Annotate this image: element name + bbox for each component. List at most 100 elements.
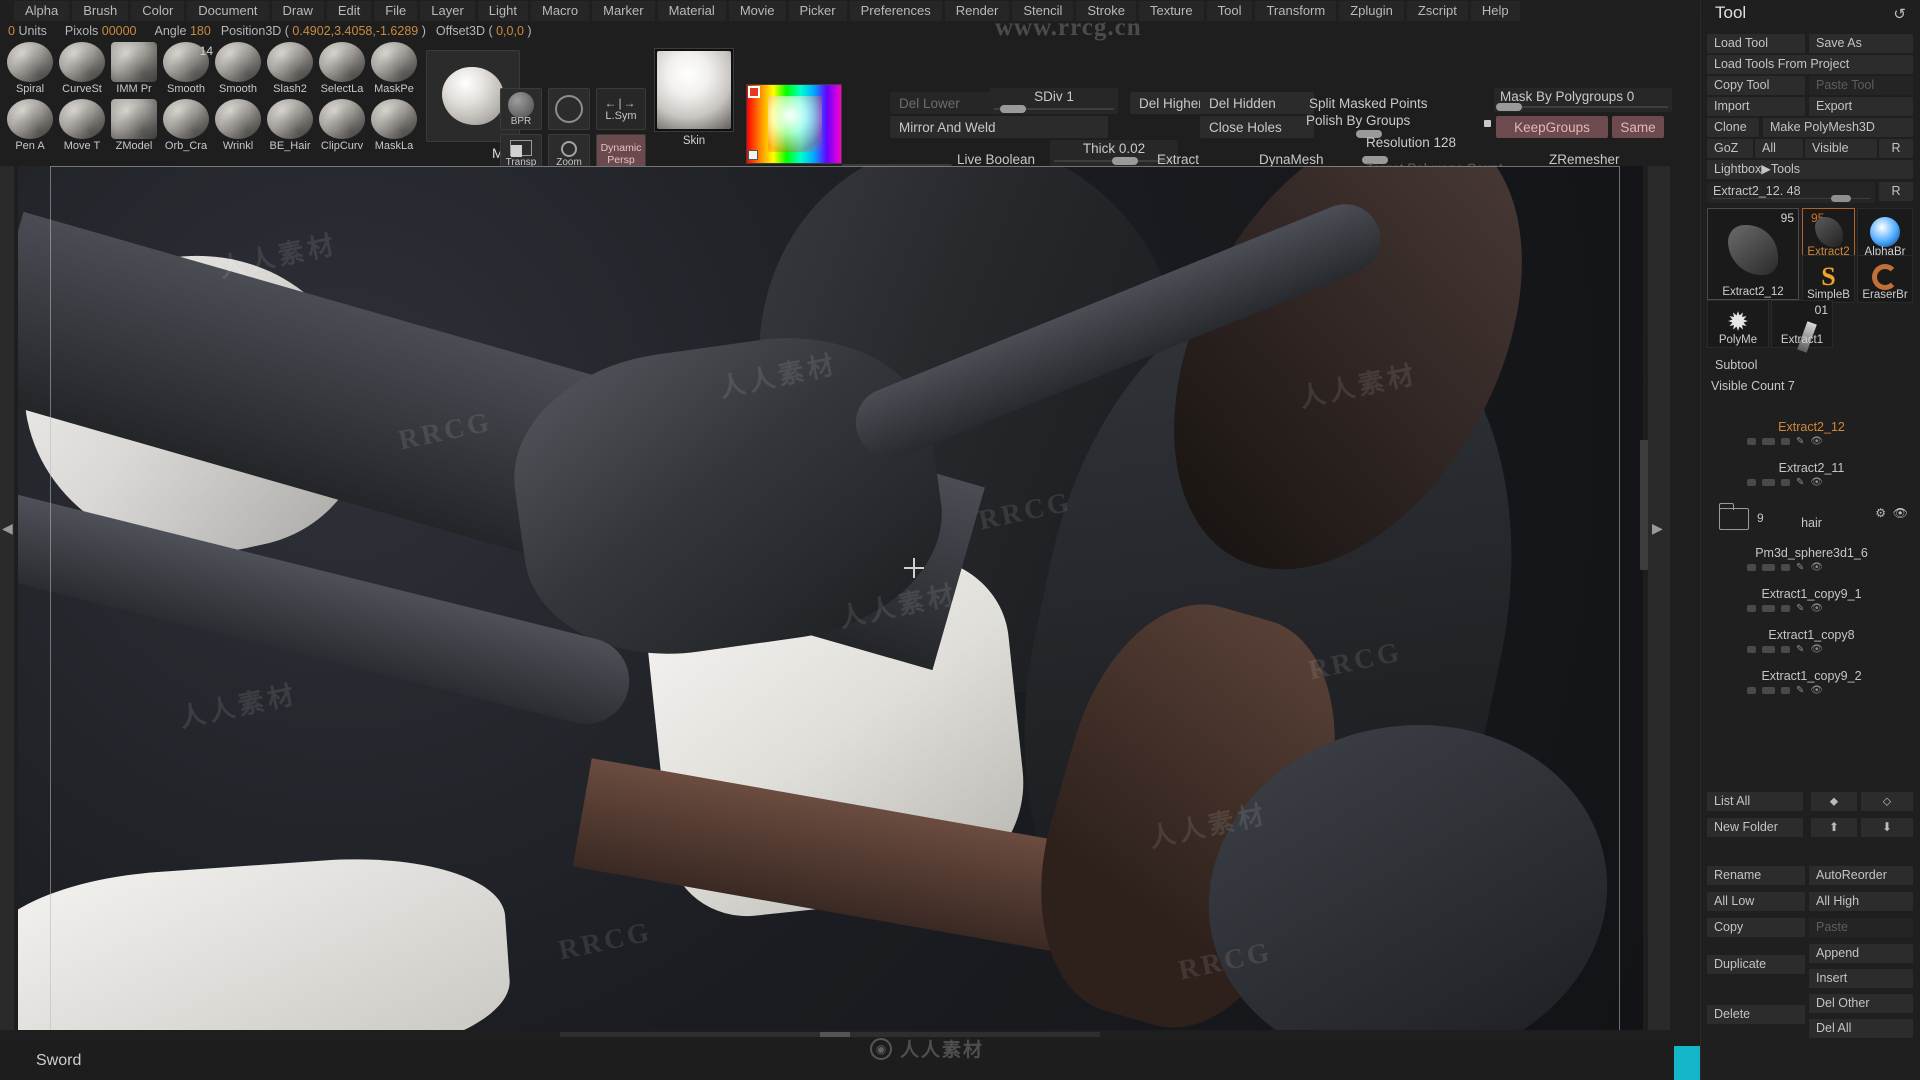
eye-icon[interactable]: 👁 <box>1810 603 1823 614</box>
paste-button[interactable]: Paste <box>1809 918 1913 937</box>
subtool-down-button[interactable]: ⬦ <box>1861 792 1913 811</box>
brush-button-5[interactable]: Slash2 <box>264 42 316 100</box>
del-all-button[interactable]: Del All <box>1809 1019 1913 1038</box>
subtool-row[interactable]: 9 ⚙ 👁 hair <box>1707 502 1916 532</box>
menu-item-stencil[interactable]: Stencil <box>1012 1 1074 21</box>
brush-button-3[interactable]: 14 Smooth <box>160 42 213 100</box>
subtool-toggle-dot[interactable] <box>1747 564 1756 571</box>
all-low-button[interactable]: All Low <box>1707 892 1805 911</box>
mask-polygroups-knob[interactable] <box>1496 103 1522 111</box>
subtool-controls[interactable]: ✎ 👁 <box>1747 685 1823 696</box>
subtool-visibility-pill[interactable] <box>1762 479 1775 486</box>
new-folder-button[interactable]: New Folder <box>1707 818 1803 837</box>
subtool-toggle-dot[interactable] <box>1747 646 1756 653</box>
menu-item-document[interactable]: Document <box>187 1 269 21</box>
menu-item-draw[interactable]: Draw <box>271 1 324 21</box>
menu-item-transform[interactable]: Transform <box>1255 1 1337 21</box>
subtool-toggle-dot[interactable] <box>1747 438 1756 445</box>
brush-button-row2-7[interactable]: MaskLa <box>368 99 420 157</box>
tool-item-slider[interactable]: Extract2_12. 48 <box>1707 182 1875 203</box>
import-button[interactable]: Import <box>1707 97 1805 116</box>
brush-button-2[interactable]: IMM Pr <box>108 42 160 100</box>
left-rail[interactable] <box>0 166 14 1030</box>
pen-icon[interactable]: ✎ <box>1796 644 1804 655</box>
rename-button[interactable]: Rename <box>1707 866 1805 885</box>
menu-item-texture[interactable]: Texture <box>1138 1 1204 21</box>
mask-by-polygroups-slider[interactable]: Mask By Polygroups 0 <box>1494 88 1672 112</box>
eye-icon[interactable]: 👁 <box>1810 685 1823 696</box>
brush-button-row2-5[interactable]: BE_Hair <box>264 99 316 157</box>
menu-item-file[interactable]: File <box>374 1 418 21</box>
same-button[interactable]: Same <box>1612 116 1664 138</box>
subtool-row[interactable]: Extract2_12 ✎ 👁 <box>1707 420 1916 450</box>
goz-r-button[interactable]: R <box>1879 139 1913 158</box>
menu-item-movie[interactable]: Movie <box>728 1 786 21</box>
menu-item-layer[interactable]: Layer <box>420 1 475 21</box>
bpr-button[interactable]: BPR <box>500 88 542 130</box>
material-swatch[interactable] <box>654 48 734 132</box>
menu-item-picker[interactable]: Picker <box>788 1 847 21</box>
goz-visible-button[interactable]: Visible <box>1805 139 1877 158</box>
resolution-slider[interactable]: Resolution 128 <box>1356 134 1516 164</box>
persp-button[interactable] <box>548 88 590 130</box>
menu-item-tool[interactable]: Tool <box>1206 1 1253 21</box>
clone-button[interactable]: Clone <box>1707 118 1759 137</box>
duplicate-button[interactable]: Duplicate <box>1707 955 1805 974</box>
subtool-up-button[interactable]: ⬥ <box>1811 792 1857 811</box>
subtool-row[interactable]: Extract1_copy9_2 ✎ 👁 <box>1707 669 1916 699</box>
right-rail-arrow-icon[interactable]: ▶ <box>1652 520 1663 537</box>
copy-tool-button[interactable]: Copy Tool <box>1707 76 1805 95</box>
subtool-controls[interactable]: ✎ 👁 <box>1747 477 1823 488</box>
tool-item-r-button[interactable]: R <box>1879 182 1913 201</box>
secondary-color-swatch[interactable] <box>748 150 758 160</box>
menu-item-zplugin[interactable]: Zplugin <box>1339 1 1404 21</box>
polish-by-groups-slider[interactable]: Polish By Groups <box>1300 112 1472 138</box>
reset-icon[interactable]: ↺ <box>1893 5 1906 23</box>
goz-button[interactable]: GoZ <box>1707 139 1753 158</box>
copy-button[interactable]: Copy <box>1707 918 1805 937</box>
brush-button-1[interactable]: CurveSt <box>56 42 108 100</box>
subtool-toggle-dot[interactable] <box>1747 479 1756 486</box>
subtool-toggle-dot[interactable] <box>1747 687 1756 694</box>
subtool-toggle-dot[interactable] <box>1781 438 1790 445</box>
insert-button[interactable]: Insert <box>1809 969 1913 988</box>
menu-item-render[interactable]: Render <box>944 1 1010 21</box>
append-button[interactable]: Append <box>1809 944 1913 963</box>
subtool-toggle-dot[interactable] <box>1781 605 1790 612</box>
menu-item-edit[interactable]: Edit <box>326 1 372 21</box>
viewport-canvas[interactable]: 人人素材 人人素材 人人素材 人人素材 人人素材 人人素材 RRCG RRCG … <box>18 166 1643 1030</box>
del-other-button[interactable]: Del Other <box>1809 994 1913 1013</box>
subtool-toggle-dot[interactable] <box>1781 646 1790 653</box>
subtool-toggle-dot[interactable] <box>1747 605 1756 612</box>
tool-thumb-main[interactable]: 95 Extract2_12 <box>1707 208 1799 300</box>
menu-item-stroke[interactable]: Stroke <box>1076 1 1136 21</box>
pen-icon[interactable]: ✎ <box>1796 603 1804 614</box>
pen-icon[interactable]: ✎ <box>1796 436 1804 447</box>
save-as-button[interactable]: Save As <box>1809 34 1913 53</box>
menu-item-help[interactable]: Help <box>1470 1 1520 21</box>
subtool-toggle-dot[interactable] <box>1781 479 1790 486</box>
subtool-controls[interactable]: ✎ 👁 <box>1747 603 1823 614</box>
pen-icon[interactable]: ✎ <box>1796 685 1804 696</box>
subtool-row[interactable]: Extract1_copy8 ✎ 👁 <box>1707 628 1916 658</box>
subtool-visibility-pill[interactable] <box>1762 605 1775 612</box>
all-high-button[interactable]: All High <box>1809 892 1913 911</box>
paste-tool-button[interactable]: Paste Tool <box>1809 76 1913 95</box>
brush-button-row2-6[interactable]: ClipCurv <box>316 99 368 157</box>
lightbox-tools-button[interactable]: Lightbox▶Tools <box>1707 160 1913 179</box>
menu-item-light[interactable]: Light <box>477 1 528 21</box>
menu-item-brush[interactable]: Brush <box>72 1 129 21</box>
menu-item-macro[interactable]: Macro <box>530 1 590 21</box>
brush-button-row2-3[interactable]: Orb_Cra <box>160 99 212 157</box>
polymesh-thumb[interactable]: ✹ PolyMe <box>1707 300 1769 348</box>
make-polymesh3d-button[interactable]: Make PolyMesh3D <box>1763 118 1913 137</box>
subtool-row[interactable]: Pm3d_sphere3d1_6 ✎ 👁 <box>1707 546 1916 576</box>
subtool-visibility-pill[interactable] <box>1762 687 1775 694</box>
list-all-button[interactable]: List All <box>1707 792 1803 811</box>
menu-item-material[interactable]: Material <box>657 1 726 21</box>
canvas-zoom-handle[interactable] <box>1640 440 1648 570</box>
eraserbrush-thumb[interactable]: EraserBr <box>1857 255 1913 303</box>
brush-button-7[interactable]: MaskPe <box>368 42 420 100</box>
folder-move-down-button[interactable]: ⬇ <box>1861 818 1913 837</box>
right-rail[interactable] <box>1648 166 1670 1030</box>
